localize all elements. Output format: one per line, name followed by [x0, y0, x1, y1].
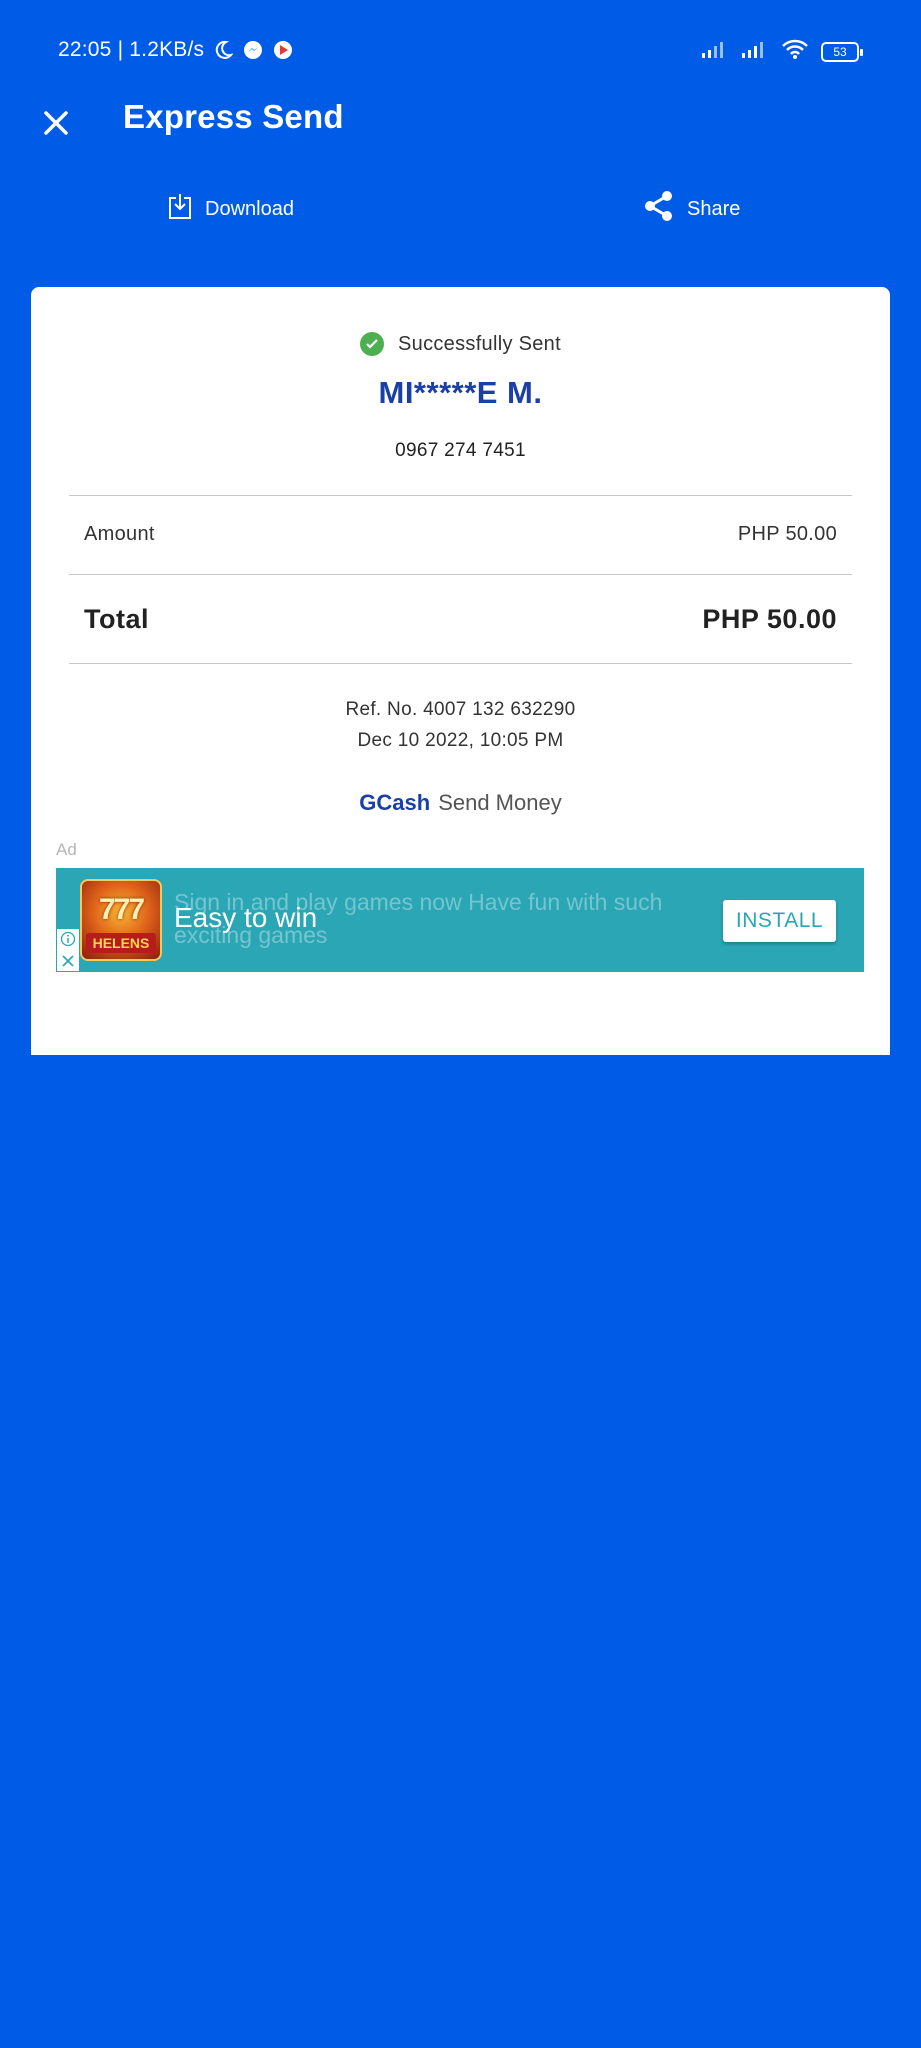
- total-row: Total PHP 50.00: [84, 597, 837, 641]
- status-bar: 22:05 | 1.2KB/s 53: [0, 0, 921, 100]
- download-label: Download: [205, 197, 294, 220]
- brand-row: GCash Send Money: [31, 790, 890, 816]
- download-button[interactable]: Download: [167, 186, 294, 232]
- status-time-network: 22:05 | 1.2KB/s: [58, 38, 205, 61]
- share-button[interactable]: Share: [643, 186, 740, 232]
- app-bar: Express Send: [0, 88, 921, 158]
- gcash-logo: GCash: [359, 790, 431, 815]
- divider: [69, 495, 852, 496]
- ad-banner[interactable]: 777 HELENS Sign in and play games now Ha…: [56, 868, 864, 972]
- status-row: Successfully Sent: [31, 332, 890, 356]
- status-right: 53: [701, 38, 863, 66]
- divider: [69, 574, 852, 575]
- close-icon[interactable]: [36, 103, 76, 143]
- recipient-name: MI*****E M.: [378, 375, 543, 410]
- divider: [69, 663, 852, 664]
- ad-headline: Easy to win: [174, 902, 318, 933]
- wifi-icon: [781, 38, 809, 66]
- play-store-icon: [272, 39, 294, 61]
- total-label: Total: [84, 603, 149, 634]
- info-icon[interactable]: [60, 931, 76, 947]
- recipient-number: 0967 274 7451: [395, 440, 526, 461]
- receipt-card: Successfully Sent MI*****E M. 0967 274 7…: [31, 287, 890, 1055]
- signal-icon: [701, 39, 729, 65]
- reference-block: Ref. No. 4007 132 632290 Dec 10 2022, 10…: [31, 694, 890, 756]
- action-bar: Download Share: [0, 186, 921, 232]
- share-label: Share: [687, 197, 741, 220]
- messenger-icon: [242, 39, 264, 61]
- ad-close-icon[interactable]: [60, 953, 76, 969]
- ad-app-icon-sevens: 777: [98, 893, 145, 926]
- receipt-torn-edge: [31, 1040, 890, 1053]
- ad-app-icon[interactable]: 777 HELENS: [80, 879, 162, 961]
- total-value: PHP 50.00: [702, 603, 837, 634]
- amount-row: Amount PHP 50.00: [84, 517, 837, 551]
- amount-label: Amount: [84, 522, 155, 545]
- status-text: Successfully Sent: [398, 332, 561, 355]
- signal-icon-2: [741, 39, 769, 65]
- reference-number: Ref. No. 4007 132 632290: [345, 699, 576, 720]
- service-name: Send Money: [438, 790, 562, 815]
- share-icon: [643, 190, 675, 228]
- ad-choices[interactable]: [56, 928, 80, 972]
- check-circle-icon: [360, 332, 385, 356]
- download-icon: [167, 192, 193, 226]
- ad-app-icon-label: HELENS: [86, 933, 156, 953]
- page-title: Express Send: [123, 98, 344, 135]
- status-left: 22:05 | 1.2KB/s: [58, 38, 294, 62]
- transaction-date: Dec 10 2022, 10:05 PM: [357, 730, 564, 751]
- install-button[interactable]: INSTALL: [723, 900, 836, 942]
- battery-icon: 53: [821, 42, 863, 62]
- moon-icon: [212, 39, 234, 61]
- ad-label: Ad: [56, 840, 77, 859]
- amount-value: PHP 50.00: [737, 522, 837, 545]
